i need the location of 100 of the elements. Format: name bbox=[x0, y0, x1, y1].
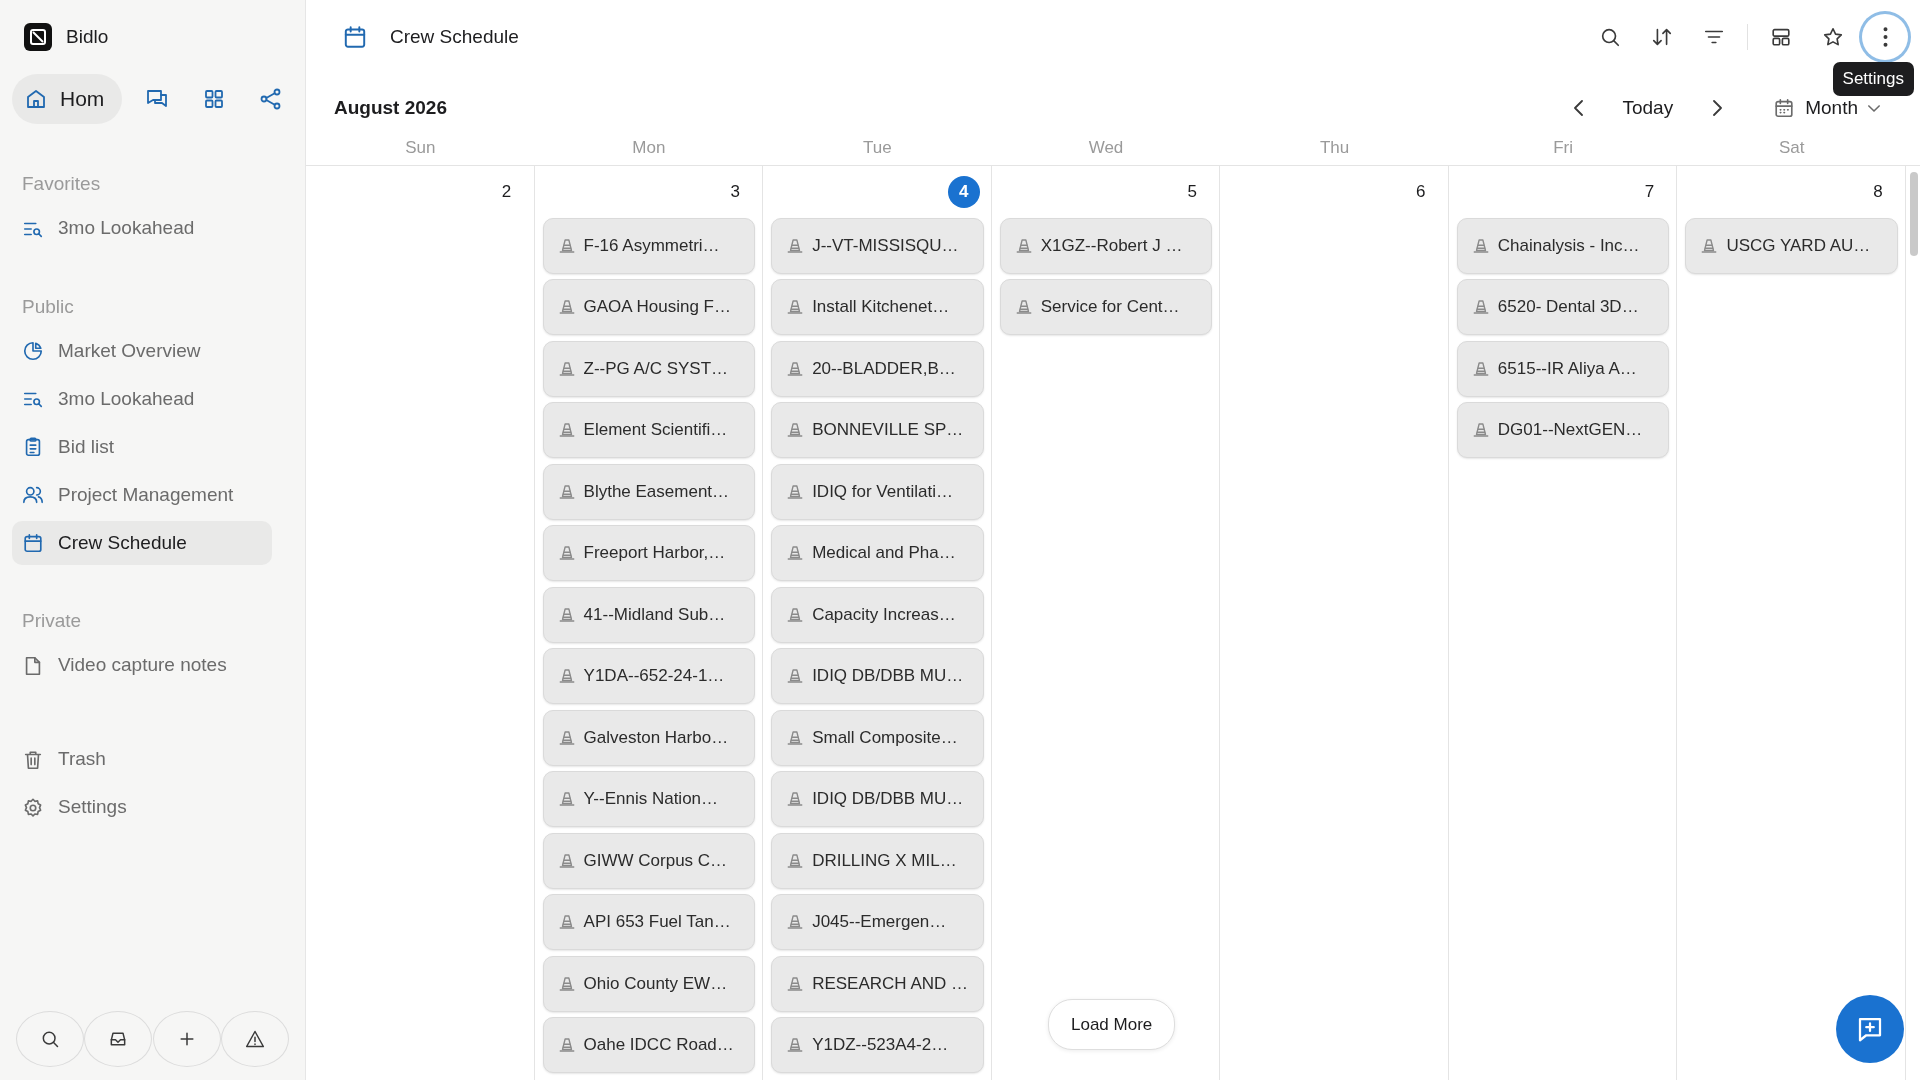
calendar-icon bbox=[342, 24, 368, 50]
cone-icon bbox=[786, 913, 805, 931]
event-chip[interactable]: 6520- Dental 3D… bbox=[1456, 279, 1670, 335]
event-chip[interactable]: Y--Ennis Nation… bbox=[542, 771, 756, 827]
tooltip: Settings bbox=[1832, 62, 1914, 96]
event-chip[interactable]: Freeport Harbor,… bbox=[542, 525, 756, 581]
cone-icon bbox=[557, 359, 576, 378]
event-chip[interactable]: GIWW Corpus C… bbox=[542, 832, 756, 889]
day-number: 8 bbox=[1872, 181, 1884, 204]
weekday-label: Thu bbox=[1319, 136, 1350, 159]
search-icon bbox=[40, 1029, 60, 1049]
caret-icon bbox=[1868, 104, 1880, 112]
calendar-icon bbox=[22, 532, 44, 554]
sidebar-item[interactable]: Video capture notes bbox=[12, 643, 272, 688]
sidebar-item[interactable]: 3mo Lookahead bbox=[12, 377, 272, 421]
event-chip[interactable]: Service for Cent… bbox=[999, 279, 1213, 335]
event-chip[interactable]: Chainalysis - Inc… bbox=[1456, 217, 1670, 274]
layout-icon bbox=[1770, 26, 1792, 48]
sidebar-item[interactable]: Market Overview bbox=[12, 329, 272, 373]
load-more-button[interactable]: Load More bbox=[1048, 998, 1176, 1050]
event-chip[interactable]: Capacity Increas… bbox=[771, 586, 984, 643]
app-name: Bidlo bbox=[66, 24, 109, 49]
nodes-icon bbox=[258, 87, 283, 111]
event-chip[interactable]: X1GZ--Robert J … bbox=[999, 217, 1213, 274]
event-chip[interactable]: Ohio County EW… bbox=[542, 955, 756, 1012]
cone-icon bbox=[786, 728, 805, 747]
sidebar-item[interactable]: Project Management bbox=[12, 473, 272, 517]
day-number: 3 bbox=[729, 181, 741, 204]
home-tab[interactable]: Hom bbox=[12, 74, 123, 124]
event-chip[interactable]: J--VT-MISSISQU… bbox=[771, 217, 984, 274]
cone-icon bbox=[786, 482, 805, 501]
cone-icon bbox=[557, 482, 576, 501]
cone-icon bbox=[786, 359, 805, 378]
cone-icon bbox=[557, 298, 576, 316]
event-chip[interactable]: 41--Midland Sub… bbox=[542, 586, 756, 643]
event-chip[interactable]: USCG YARD AU… bbox=[1685, 217, 1898, 274]
people-icon bbox=[22, 484, 44, 506]
more-icon bbox=[1882, 27, 1888, 47]
settings-icon bbox=[22, 796, 44, 819]
cone-icon bbox=[557, 605, 576, 624]
logo-icon bbox=[24, 23, 52, 51]
month-title: August 2026 bbox=[334, 95, 447, 120]
calendar-icon bbox=[1773, 97, 1796, 119]
cone-icon bbox=[786, 236, 805, 255]
event-chip[interactable]: Y1DA--652-24-1… bbox=[542, 648, 756, 704]
sidebar-item[interactable]: 3mo Lookahead bbox=[12, 206, 272, 251]
event-chip[interactable]: Medical and Pha… bbox=[771, 525, 984, 581]
today-button[interactable]: Today bbox=[1614, 89, 1682, 127]
event-chip[interactable]: DRILLING X MIL… bbox=[771, 832, 984, 889]
event-chip[interactable]: Y1DZ--523A4-2… bbox=[771, 1017, 984, 1073]
sidebar-item[interactable]: Settings bbox=[12, 785, 272, 830]
event-chip[interactable]: GAOA Housing F… bbox=[542, 279, 756, 335]
page-title: Crew Schedule bbox=[390, 24, 519, 49]
sidebar-item[interactable]: Bid list bbox=[12, 425, 272, 469]
weekday-label: Wed bbox=[1088, 136, 1124, 159]
event-chip[interactable]: 6515--IR Aliya A… bbox=[1456, 340, 1670, 397]
weekday-label: Mon bbox=[632, 136, 666, 159]
cone-icon bbox=[1014, 298, 1033, 316]
event-chip[interactable]: 20--BLADDER,B… bbox=[771, 340, 984, 397]
cone-icon bbox=[557, 544, 576, 562]
cone-icon bbox=[786, 421, 805, 439]
event-chip[interactable]: API 653 Fuel Tan… bbox=[542, 894, 756, 950]
sort-arrows-icon bbox=[1651, 26, 1673, 48]
event-chip[interactable]: Install Kitchenet… bbox=[771, 279, 984, 335]
trash-icon bbox=[22, 748, 44, 771]
event-chip[interactable]: DG01--NextGEN… bbox=[1456, 402, 1670, 458]
weekday-label: Sat bbox=[1778, 136, 1805, 159]
cone-icon bbox=[557, 728, 576, 747]
event-chip[interactable]: F-16 Asymmetri… bbox=[542, 217, 756, 274]
section-heading: Favorites bbox=[22, 172, 102, 196]
cone-icon bbox=[557, 421, 576, 439]
day-number: 4 bbox=[947, 176, 980, 208]
event-chip[interactable]: Blythe Easement… bbox=[542, 463, 756, 520]
event-chip[interactable]: J045--Emergen… bbox=[771, 894, 984, 950]
cone-icon bbox=[786, 667, 805, 685]
day-number: 7 bbox=[1643, 181, 1656, 204]
cone-icon bbox=[786, 851, 805, 870]
event-chip[interactable]: IDIQ DB/DBB MU… bbox=[771, 771, 984, 827]
home-icon bbox=[24, 87, 48, 111]
scrollbar[interactable] bbox=[1910, 172, 1918, 256]
event-chip[interactable]: IDIQ DB/DBB MU… bbox=[771, 648, 984, 704]
cone-icon bbox=[1471, 298, 1490, 316]
event-chip[interactable]: Small Composite… bbox=[771, 709, 984, 766]
weekday-label: Fri bbox=[1553, 136, 1574, 159]
event-chip[interactable]: Oahe IDCC Road… bbox=[542, 1017, 756, 1073]
cone-icon bbox=[557, 913, 576, 931]
event-chip[interactable]: Galveston Harbo… bbox=[542, 709, 756, 766]
event-chip[interactable]: Element Scientifi… bbox=[542, 402, 756, 458]
cone-icon bbox=[557, 667, 576, 685]
sidebar-item[interactable]: Crew Schedule bbox=[12, 521, 272, 565]
event-chip[interactable]: BONNEVILLE SP… bbox=[771, 402, 984, 458]
cone-icon bbox=[1014, 236, 1033, 255]
cone-icon bbox=[557, 851, 576, 870]
cone-icon bbox=[786, 790, 805, 808]
sidebar-item[interactable]: Trash bbox=[12, 737, 272, 782]
warning-icon bbox=[245, 1029, 265, 1049]
event-chip[interactable]: IDIQ for Ventilati… bbox=[771, 463, 984, 520]
event-chip[interactable]: RESEARCH AND … bbox=[771, 955, 984, 1012]
event-chip[interactable]: Z--PG A/C SYST… bbox=[542, 340, 756, 397]
cone-icon bbox=[557, 1036, 576, 1054]
